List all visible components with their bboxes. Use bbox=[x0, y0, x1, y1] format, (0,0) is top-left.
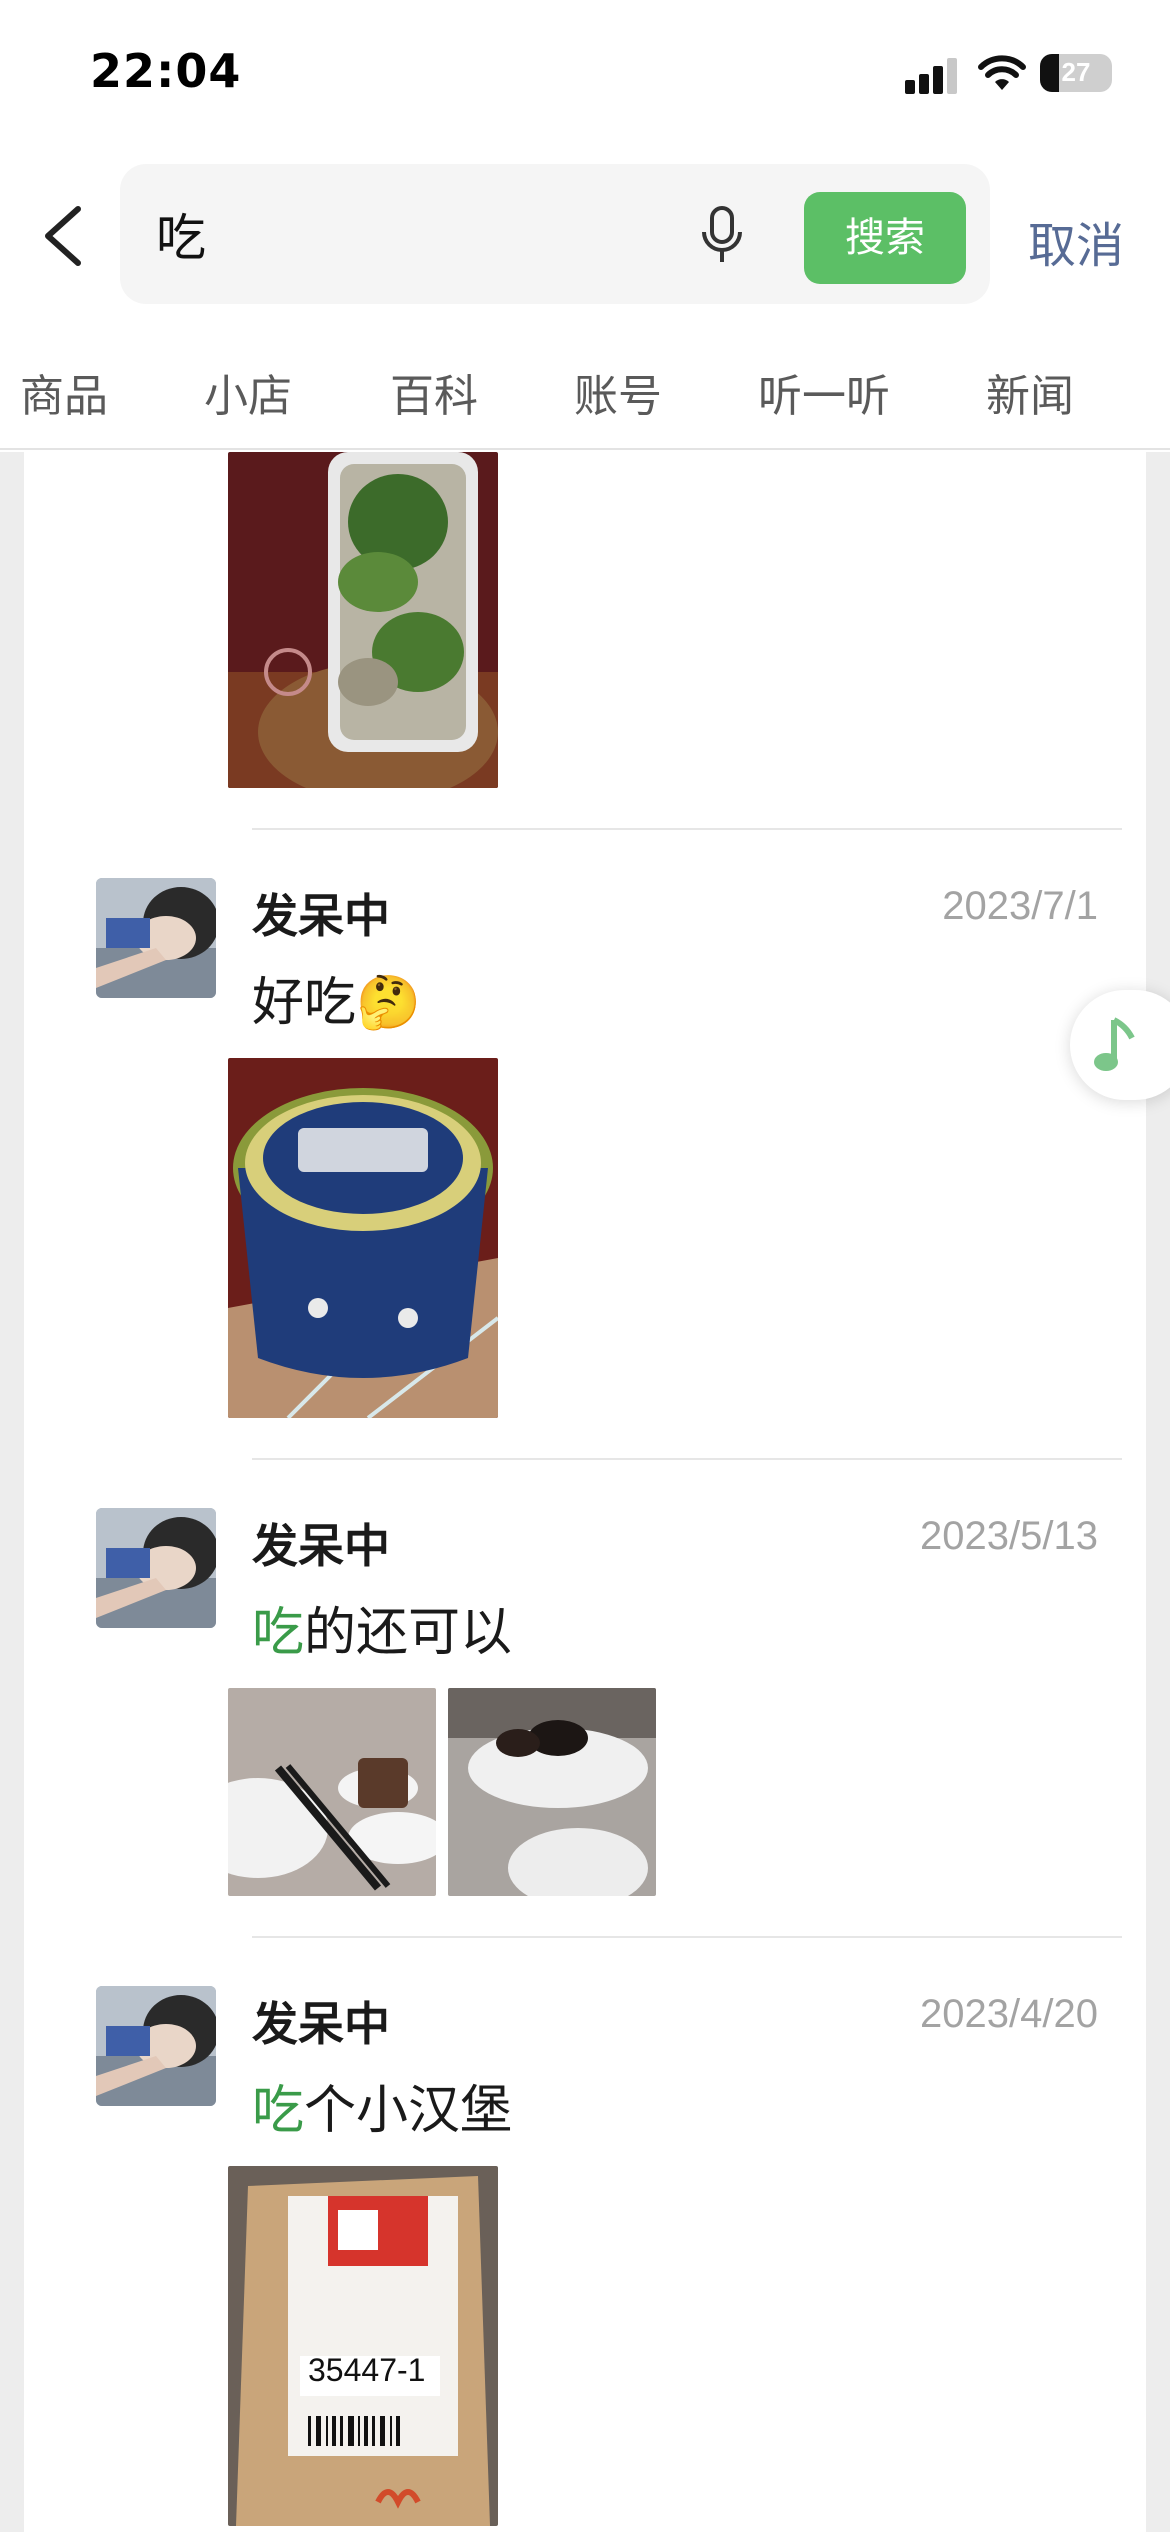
results-list: 发呆中 2023/7/1 好吃🤔 发呆中 2023/5/13 吃的还可以 发呆中… bbox=[0, 452, 1170, 2532]
post-author[interactable]: 发呆中 bbox=[252, 1510, 390, 1576]
wifi-icon bbox=[978, 55, 1026, 90]
battery-indicator: 27 bbox=[1040, 54, 1112, 92]
avatar[interactable] bbox=[96, 1986, 216, 2106]
post-photo[interactable]: 35447-1 bbox=[228, 2166, 498, 2526]
avatar[interactable] bbox=[96, 1508, 216, 1628]
tab-products[interactable]: 商品 bbox=[20, 360, 108, 424]
tab-encyclopedia[interactable]: 百科 bbox=[390, 360, 478, 424]
avatar[interactable] bbox=[96, 878, 216, 998]
post-divider bbox=[252, 1936, 1122, 1938]
search-input[interactable]: 吃 搜索 bbox=[120, 164, 990, 304]
music-note-icon bbox=[1094, 1017, 1135, 1071]
mic-icon[interactable] bbox=[700, 206, 744, 264]
post-date: 2023/7/1 bbox=[942, 884, 1098, 928]
post-text: 好吃🤔 bbox=[252, 973, 421, 1033]
post-photo[interactable] bbox=[228, 1058, 498, 1418]
category-tabs: 商品 小店 百科 账号 听一听 新闻 bbox=[0, 360, 1170, 450]
status-bar: 22:04 27 bbox=[0, 0, 1170, 150]
battery-level: 27 bbox=[1061, 57, 1091, 87]
post-author[interactable]: 发呆中 bbox=[252, 1988, 390, 2054]
post-photo[interactable] bbox=[448, 1688, 656, 1896]
status-time: 22:04 bbox=[90, 44, 242, 98]
signal-icon bbox=[905, 58, 957, 94]
post-divider bbox=[252, 828, 1122, 830]
music-float-button[interactable] bbox=[1070, 990, 1170, 1100]
cancel-button[interactable]: 取消 bbox=[1028, 206, 1124, 276]
tab-shops[interactable]: 小店 bbox=[204, 360, 292, 424]
tab-accounts[interactable]: 账号 bbox=[574, 360, 662, 424]
post-text-rest: 的还可以 bbox=[304, 1603, 513, 1663]
search-query[interactable]: 吃 bbox=[156, 198, 206, 270]
highlight-keyword: 吃 bbox=[252, 2081, 305, 2141]
post-date: 2023/4/20 bbox=[920, 1992, 1098, 2036]
post-photo[interactable] bbox=[228, 452, 498, 788]
tab-listen[interactable]: 听一听 bbox=[758, 360, 890, 424]
post-text: 吃个小汉堡 bbox=[252, 2068, 512, 2143]
post-date: 2023/5/13 bbox=[920, 1514, 1098, 1558]
back-chevron-icon[interactable] bbox=[38, 205, 90, 267]
post-divider bbox=[252, 1458, 1122, 1460]
receipt-number: 35447-1 bbox=[308, 2352, 426, 2388]
results-card: 发呆中 2023/7/1 好吃🤔 发呆中 2023/5/13 吃的还可以 发呆中… bbox=[24, 452, 1146, 2532]
search-header: 吃 搜索 取消 bbox=[0, 160, 1170, 310]
post-text-rest: 个小汉堡 bbox=[304, 2081, 513, 2141]
highlight-keyword: 吃 bbox=[252, 1603, 305, 1663]
post-author[interactable]: 发呆中 bbox=[252, 880, 390, 946]
tab-news[interactable]: 新闻 bbox=[986, 360, 1074, 424]
search-button[interactable]: 搜索 bbox=[804, 192, 966, 284]
post-photo[interactable] bbox=[228, 1688, 436, 1896]
post-text: 吃的还可以 bbox=[252, 1590, 512, 1665]
